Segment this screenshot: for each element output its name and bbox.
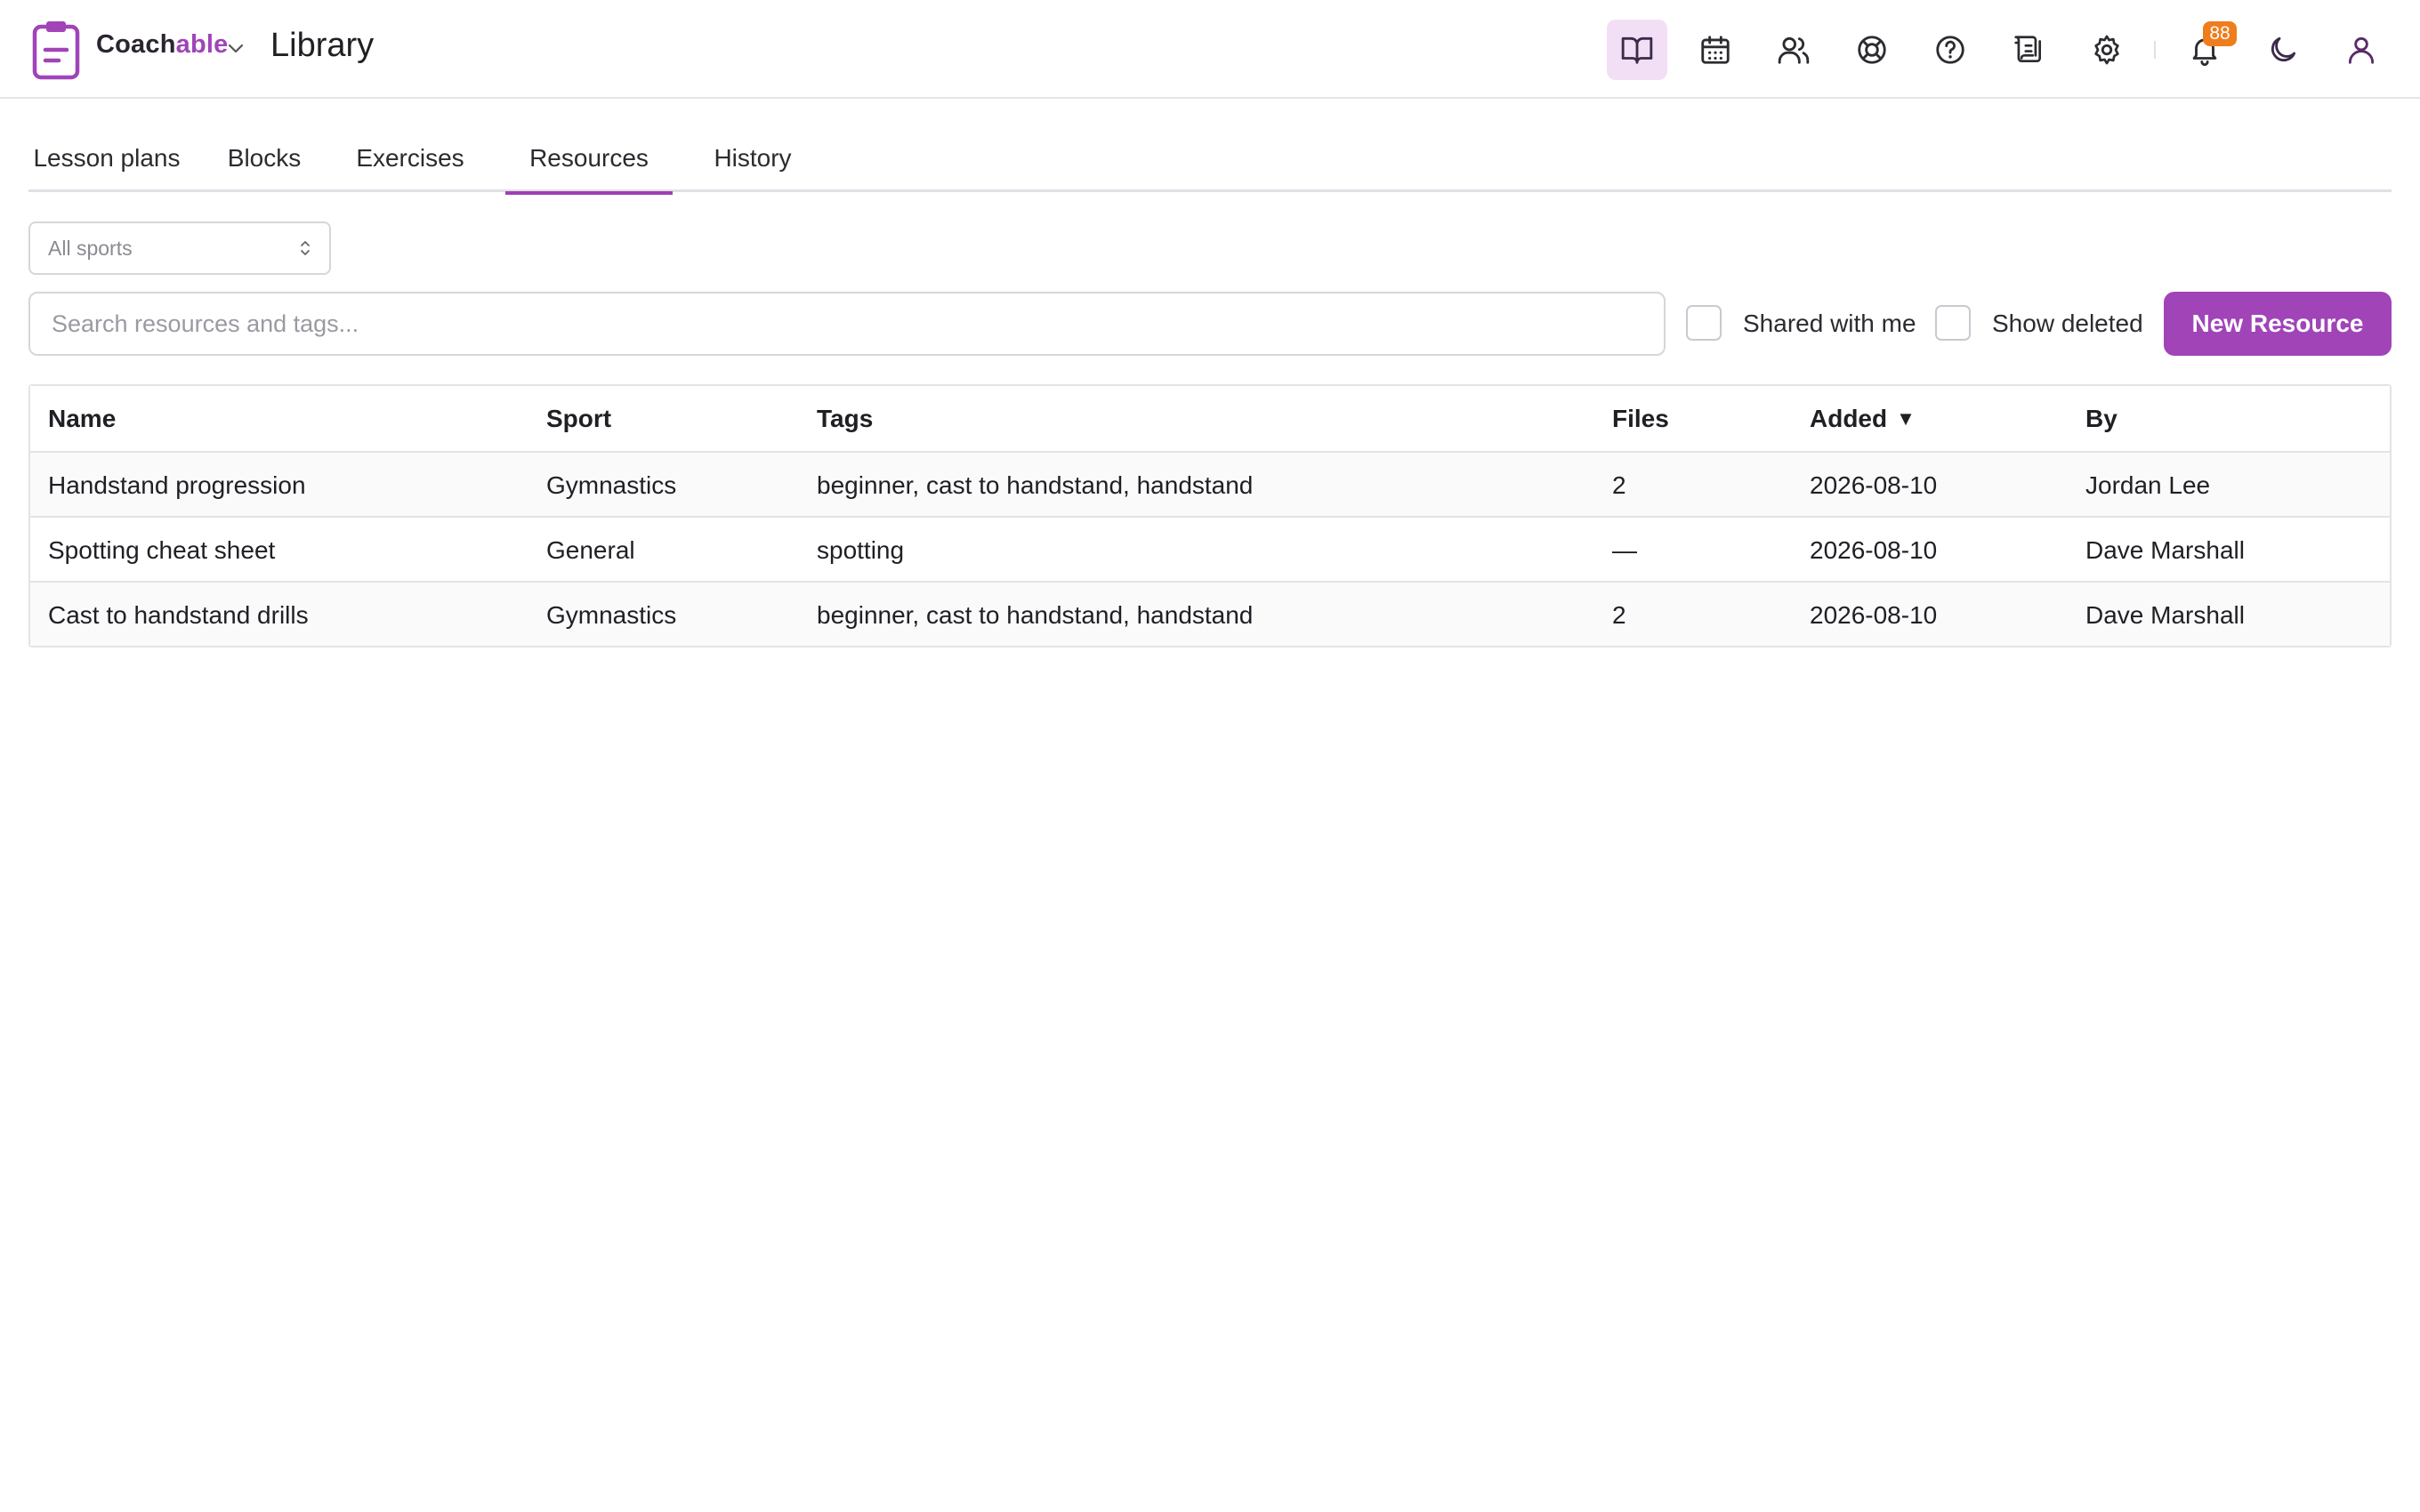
shared-with-me-label[interactable]: Shared with me <box>1743 306 1916 342</box>
brand-part-able: able <box>175 30 229 59</box>
cell-by: Dave Marshall <box>2085 601 2245 629</box>
cell-added: 2026-08-10 <box>1810 471 1938 499</box>
brand-part-coach: Coach <box>96 30 176 59</box>
theme-toggle-button[interactable] <box>2253 20 2313 80</box>
cell-by: Dave Marshall <box>2085 536 2245 564</box>
table-header-row: Name Sport Tags Files Added ▼ By <box>30 386 2390 451</box>
calendar-nav-button[interactable] <box>1685 20 1746 80</box>
library-tabs: Lesson plans Blocks Exercises Resources … <box>28 133 2392 195</box>
cell-added: 2026-08-10 <box>1810 536 1938 564</box>
cell-tags: beginner, cast to handstand, handstand <box>817 471 1254 499</box>
user-menu-button[interactable] <box>2331 20 2392 80</box>
page-title: Library <box>270 27 375 64</box>
library-nav-button[interactable] <box>1607 20 1667 80</box>
column-header-name[interactable]: Name <box>48 386 116 451</box>
cell-sport: Gymnastics <box>546 471 677 499</box>
settings-gear-icon <box>2094 35 2119 65</box>
clipboard-logo-icon[interactable] <box>32 20 80 80</box>
user-icon <box>2348 36 2375 64</box>
sport-filter-value: All sports <box>48 237 133 260</box>
cell-sport: General <box>546 536 635 564</box>
tab-exercises[interactable]: Exercises <box>342 133 479 192</box>
tab-history[interactable]: History <box>698 133 808 192</box>
tab-resources[interactable]: Resources <box>505 133 673 195</box>
header-divider <box>2154 41 2156 59</box>
show-deleted-label[interactable]: Show deleted <box>1992 306 2143 342</box>
tab-blocks[interactable]: Blocks <box>214 133 315 192</box>
help-icon <box>1936 36 1964 64</box>
cell-tags: beginner, cast to handstand, handstand <box>817 601 1254 629</box>
table-row[interactable]: Spotting cheat sheet General spotting — … <box>30 516 2390 581</box>
cell-files: 2 <box>1612 471 1626 499</box>
help-nav-button[interactable] <box>1920 20 1980 80</box>
shared-with-me-checkbox[interactable] <box>1686 305 1722 341</box>
table-row[interactable]: Handstand progression Gymnastics beginne… <box>30 451 2390 516</box>
cell-name: Cast to handstand drills <box>48 601 309 629</box>
cell-files: 2 <box>1612 601 1626 629</box>
moon-icon <box>2271 36 2296 62</box>
resources-table: Name Sport Tags Files Added ▼ By Handstan… <box>28 384 2392 647</box>
people-icon <box>1778 36 1810 64</box>
cell-name: Handstand progression <box>48 471 306 499</box>
column-header-added-label: Added <box>1810 405 1888 432</box>
cell-name: Spotting cheat sheet <box>48 536 276 564</box>
sport-filter-select[interactable]: All sports <box>28 221 331 275</box>
lifebuoy-icon <box>1858 36 1886 64</box>
column-header-files[interactable]: Files <box>1612 386 1669 451</box>
calendar-icon <box>1701 36 1730 64</box>
cell-sport: Gymnastics <box>546 601 677 629</box>
column-header-tags[interactable]: Tags <box>817 386 873 451</box>
column-header-by[interactable]: By <box>2085 386 2118 451</box>
select-updown-icon <box>301 241 310 255</box>
people-nav-button[interactable] <box>1763 20 1824 80</box>
show-deleted-checkbox[interactable] <box>1935 305 1971 341</box>
support-nav-button[interactable] <box>1842 20 1902 80</box>
cell-tags: spotting <box>817 536 905 564</box>
library-book-icon <box>1621 36 1653 64</box>
top-header: Coach able Library 88 <box>0 0 2420 99</box>
settings-nav-button[interactable] <box>2077 20 2137 80</box>
search-input[interactable] <box>28 292 1666 356</box>
chevron-down-icon[interactable] <box>226 39 246 59</box>
sort-descending-icon: ▼ <box>1896 407 1916 430</box>
cell-files: — <box>1612 536 1637 564</box>
column-header-added[interactable]: Added ▼ <box>1810 386 1916 451</box>
table-row[interactable]: Cast to handstand drills Gymnastics begi… <box>30 581 2390 646</box>
tab-lesson-plans[interactable]: Lesson plans <box>28 133 185 192</box>
notification-count-badge: 88 <box>2203 21 2237 46</box>
scroll-icon <box>2014 36 2042 63</box>
new-resource-button[interactable]: New Resource <box>2164 292 2392 356</box>
brand-name[interactable]: Coach able <box>96 30 228 60</box>
cell-added: 2026-08-10 <box>1810 601 1938 629</box>
cell-by: Jordan Lee <box>2085 471 2211 499</box>
scroll-nav-button[interactable] <box>1998 20 2059 80</box>
column-header-sport[interactable]: Sport <box>546 386 611 451</box>
